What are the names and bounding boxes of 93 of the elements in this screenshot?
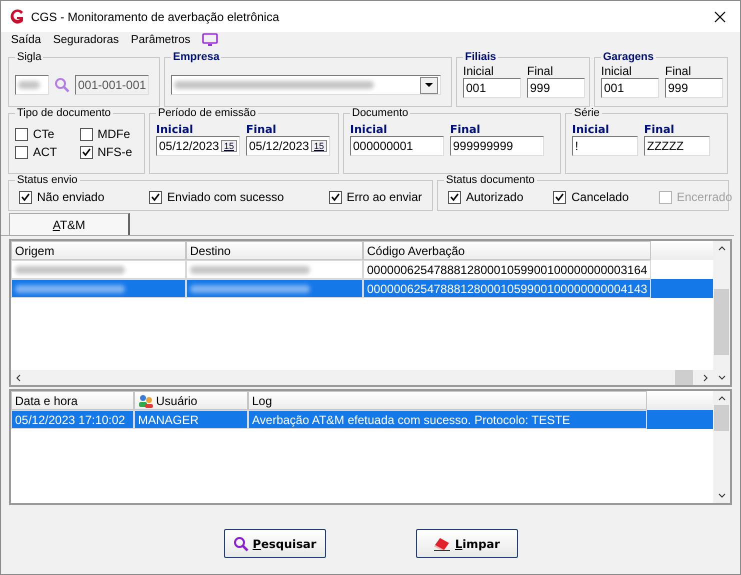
scroll-up-icon[interactable] (718, 395, 726, 403)
scrollbar-thumb[interactable] (714, 405, 729, 431)
checkbox[interactable]: Cancelado (553, 190, 629, 204)
search-button[interactable]: Pesquisar (224, 529, 326, 558)
input-field[interactable]: ZZZZZ (644, 136, 710, 156)
check-icon (82, 148, 90, 156)
group-title: Empresa (172, 51, 220, 63)
check-icon (555, 192, 564, 202)
field-label: Final (527, 65, 554, 78)
checkbox[interactable]: CTe (15, 127, 74, 141)
scroll-up-icon[interactable] (718, 245, 726, 253)
company-dropdown[interactable] (171, 75, 441, 95)
table-cell: MANAGER (134, 410, 248, 429)
table-cell: 05/12/2023 17:10:02 (11, 410, 134, 429)
field-label: Inicial (601, 65, 633, 78)
scroll-left-icon[interactable] (15, 374, 23, 382)
group-title: Sigla (16, 51, 42, 63)
field-label: Final (665, 65, 692, 78)
table-cell: 000000625478881280001059900100000000004143 (363, 279, 651, 298)
scrollbar-thumb[interactable] (714, 289, 729, 355)
input-field[interactable]: 999 (527, 78, 585, 98)
scrollbar-thumb[interactable] (675, 370, 693, 385)
vertical-scrollbar[interactable] (713, 391, 730, 503)
group-title: Série (573, 107, 601, 119)
table-row[interactable]: 05/12/2023 17:10:02 MANAGER Averbação AT&M efetuada com sucesso. Protocolo: TESTE (11, 410, 713, 429)
group-title: Período de emissão (157, 107, 257, 119)
date-field[interactable]: 05/12/2023 15 (246, 136, 330, 156)
menu-item[interactable]: Saída (11, 34, 42, 46)
check-icon (21, 192, 30, 202)
input-field[interactable]: ! (572, 136, 638, 156)
eraser-icon (433, 536, 452, 550)
scroll-right-icon[interactable] (701, 374, 709, 382)
field-label: Inicial (156, 123, 194, 136)
window-title: CGS - Monitoramento de averbação eletrônica (31, 10, 280, 24)
group-title: Filiais (464, 51, 498, 63)
calendar-button[interactable]: 15 (220, 140, 237, 152)
vertical-scrollbar[interactable] (713, 241, 730, 385)
column-header[interactable]: Origem (11, 241, 186, 260)
checkbox[interactable]: Autorizado (448, 190, 524, 204)
table-row[interactable]: 000000625478881280001059900100000000003164 (11, 260, 713, 279)
checkbox[interactable]: Não enviado (19, 190, 104, 204)
menu-item[interactable]: Seguradoras (53, 34, 119, 46)
app-logo-icon (9, 8, 25, 24)
input-field[interactable]: 000000001 (350, 136, 444, 156)
check-icon (151, 192, 160, 202)
caret-icon (425, 83, 433, 87)
column-header[interactable]: Destino (186, 241, 363, 260)
field-label: Inicial (463, 65, 495, 78)
group-title: Status envio (16, 174, 79, 186)
check-icon (450, 192, 459, 202)
column-header[interactable]: Data e hora (11, 391, 134, 410)
blurred-text (18, 81, 40, 89)
group-title: Tipo de documento (16, 107, 112, 119)
checkbox[interactable]: ACT (15, 145, 74, 159)
close-icon[interactable] (714, 10, 726, 22)
tab[interactable]: AT&M (9, 213, 130, 235)
search-icon (232, 536, 249, 552)
search-icon[interactable] (54, 77, 70, 93)
field-label: Final (644, 123, 676, 136)
checkbox[interactable]: Enviado com sucesso (149, 190, 284, 204)
table-cell: 000000625478881280001059900100000000003164 (363, 260, 651, 279)
input-field[interactable]: 999 (665, 78, 723, 98)
table-row[interactable]: 000000625478881280001059900100000000004143 (11, 279, 713, 298)
date-field[interactable]: 05/12/2023 15 (156, 136, 240, 156)
field-label: Final (450, 123, 482, 136)
column-header[interactable]: Código Averbação (363, 241, 651, 260)
scroll-down-icon[interactable] (718, 491, 726, 499)
group-title: Status documento (445, 174, 536, 186)
group-title: Documento (351, 107, 410, 119)
calendar-button[interactable]: 15 (310, 140, 327, 152)
checkbox[interactable]: Erro ao enviar (328, 190, 422, 204)
monitor-icon[interactable] (202, 33, 218, 47)
column-header[interactable]: Log (248, 391, 647, 410)
input-field[interactable]: 999999999 (450, 136, 544, 156)
users-icon (138, 394, 154, 408)
checkbox[interactable]: NFS-e (80, 145, 138, 159)
clear-button[interactable]: Limpar (416, 529, 518, 558)
field-label: Final (246, 123, 278, 136)
scroll-down-icon[interactable] (718, 373, 726, 381)
checkbox[interactable]: MDFe (80, 127, 138, 141)
input-field[interactable]: 001 (463, 78, 521, 98)
input-field[interactable]: 001 (601, 78, 659, 98)
field-label: Inicial (350, 123, 388, 136)
field-label: Inicial (572, 123, 610, 136)
table-cell: Averbação AT&M efetuada com sucesso. Protocolo: TESTE (248, 410, 647, 429)
menu-item[interactable]: Parâmetros (130, 34, 190, 46)
column-header[interactable]: Usuário (134, 391, 248, 410)
input-field: 001-001-001 (75, 75, 149, 95)
dropdown-button[interactable] (420, 76, 438, 94)
check-icon (330, 192, 340, 202)
horizontal-scrollbar[interactable] (11, 370, 713, 385)
group-title: Garagens (602, 51, 655, 63)
input-field[interactable] (15, 75, 49, 95)
